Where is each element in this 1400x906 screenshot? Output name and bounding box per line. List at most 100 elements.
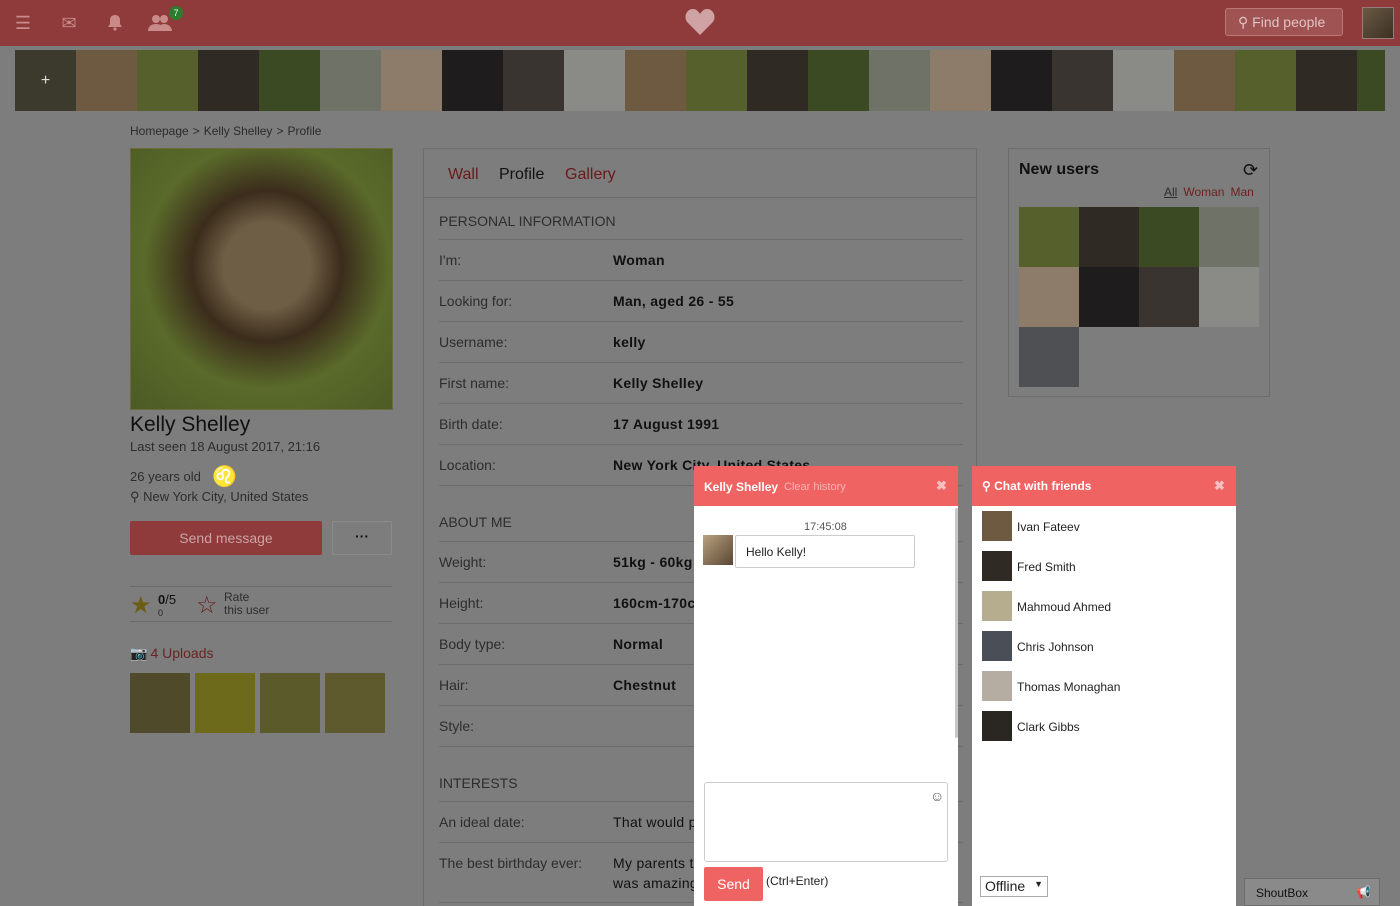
strip-photo[interactable]: [198, 50, 259, 111]
strip-photo[interactable]: [564, 50, 625, 111]
tab-gallery[interactable]: Gallery: [565, 166, 616, 184]
shoutbox-toggle[interactable]: ShoutBox 📢: [1244, 878, 1380, 906]
friends-icon[interactable]: [148, 13, 172, 33]
strip-photo[interactable]: [137, 50, 198, 111]
user-thumb[interactable]: [1019, 207, 1079, 267]
search-icon[interactable]: ⚲: [982, 479, 994, 493]
strip-photo[interactable]: [1052, 50, 1113, 111]
chat-partner-name[interactable]: Kelly Shelley: [704, 480, 778, 494]
user-thumb[interactable]: [1139, 207, 1199, 267]
message-time: 17:45:08: [804, 521, 847, 533]
refresh-icon[interactable]: ⟳: [1243, 160, 1258, 181]
emoji-icon[interactable]: ☺: [930, 788, 944, 804]
breadcrumb-user-link[interactable]: Kelly Shelley: [204, 124, 273, 138]
clear-history-link[interactable]: Clear history: [784, 481, 846, 493]
upload-thumb[interactable]: [260, 673, 320, 733]
chat-friends-panel: ⚲ Chat with friends ✖ Ivan Fateev Fred S…: [972, 466, 1236, 906]
uploads-link[interactable]: 📷 4 Uploads: [130, 645, 213, 662]
tab-profile[interactable]: Profile: [499, 166, 544, 184]
filter-man[interactable]: Man: [1230, 185, 1253, 199]
breadcrumb-home-link[interactable]: Homepage: [130, 124, 189, 138]
strip-photo[interactable]: [1235, 50, 1296, 111]
online-status-select[interactable]: Offline ▼: [980, 876, 1048, 897]
user-thumb[interactable]: [1139, 267, 1199, 327]
tab-wall[interactable]: Wall: [448, 166, 479, 184]
upload-thumb[interactable]: [325, 673, 385, 733]
strip-photo[interactable]: [930, 50, 991, 111]
strip-photo[interactable]: [625, 50, 686, 111]
location-text: ⚲ New York City, United States: [130, 489, 309, 504]
strip-photo[interactable]: [808, 50, 869, 111]
bell-icon[interactable]: [104, 13, 126, 33]
strip-photo[interactable]: [1174, 50, 1235, 111]
strip-photo[interactable]: [259, 50, 320, 111]
strip-photo[interactable]: [747, 50, 808, 111]
message-bubble: Hello Kelly!: [735, 535, 915, 568]
rating-block: ★ 0/5 0 ☆ Rate this user: [130, 590, 270, 620]
friend-item[interactable]: Chris Johnson: [982, 631, 1222, 661]
close-icon[interactable]: ✖: [1214, 478, 1225, 494]
close-icon[interactable]: ✖: [936, 478, 947, 494]
upload-thumb[interactable]: [130, 673, 190, 733]
user-thumb[interactable]: [1019, 327, 1079, 387]
send-message-button[interactable]: Send message: [130, 521, 322, 555]
age-text: 26 years old: [130, 469, 201, 484]
user-thumb[interactable]: [1079, 207, 1139, 267]
user-thumb[interactable]: [1019, 267, 1079, 327]
friend-item[interactable]: Fred Smith: [982, 551, 1222, 581]
featured-users-strip: +: [15, 50, 1385, 111]
send-shortcut-hint: (Ctrl+Enter): [766, 874, 829, 888]
friend-item[interactable]: Mahmoud Ahmed: [982, 591, 1222, 621]
strip-photo[interactable]: [442, 50, 503, 111]
new-users-title: New users: [1019, 161, 1100, 178]
megaphone-icon: 📢: [1356, 885, 1371, 899]
filter-all[interactable]: All: [1164, 185, 1177, 199]
strip-photo[interactable]: [1296, 50, 1357, 111]
divider: [424, 197, 976, 198]
friend-item[interactable]: Thomas Monaghan: [982, 671, 1222, 701]
user-thumb[interactable]: [1079, 267, 1139, 327]
chat-send-button[interactable]: Send: [704, 867, 763, 901]
profile-photo[interactable]: [130, 148, 393, 410]
rate-user-link[interactable]: Rate this user: [224, 591, 269, 617]
uploads-thumbnails: [130, 673, 385, 733]
avatar: [982, 671, 1012, 701]
breadcrumb: Homepage > Kelly Shelley > Profile: [130, 124, 322, 138]
top-navbar: ☰ ✉ 7 ⚲ Find people: [0, 0, 1400, 46]
heart-logo-icon[interactable]: [684, 6, 716, 38]
upload-thumb[interactable]: [195, 673, 255, 733]
strip-photo[interactable]: [320, 50, 381, 111]
more-options-button[interactable]: ···: [332, 521, 392, 555]
star-outline-icon[interactable]: ☆: [196, 591, 218, 620]
filter-woman[interactable]: Woman: [1183, 185, 1224, 199]
info-row: Username: kelly: [439, 322, 963, 363]
my-avatar[interactable]: [1362, 7, 1394, 39]
breadcrumb-current: Profile: [287, 124, 322, 138]
new-users-grid: [1019, 207, 1259, 387]
strip-photo[interactable]: [381, 50, 442, 111]
friend-item[interactable]: Clark Gibbs: [982, 711, 1222, 741]
strip-photo[interactable]: [991, 50, 1052, 111]
menu-icon[interactable]: ☰: [12, 13, 34, 33]
strip-photo[interactable]: [76, 50, 137, 111]
strip-photo[interactable]: [503, 50, 564, 111]
find-people-button[interactable]: ⚲ Find people: [1225, 8, 1343, 36]
avatar[interactable]: [703, 535, 733, 565]
mail-icon[interactable]: ✉: [58, 13, 80, 33]
chat-message-input[interactable]: ☺: [704, 782, 948, 862]
new-users-widget: New users ⟳ All Woman Man: [1008, 148, 1270, 397]
avatar: [982, 511, 1012, 541]
strip-photo[interactable]: [1113, 50, 1174, 111]
info-row: First name: Kelly Shelley: [439, 363, 963, 404]
user-thumb[interactable]: [1199, 207, 1259, 267]
friend-item[interactable]: Ivan Fateev: [982, 511, 1222, 541]
personal-info-title: PERSONAL INFORMATION: [439, 213, 616, 229]
chat-scrollbar[interactable]: [955, 508, 958, 738]
strip-photo[interactable]: [686, 50, 747, 111]
user-thumb[interactable]: [1199, 267, 1259, 327]
add-to-strip-button[interactable]: +: [15, 50, 76, 111]
map-pin-icon: ⚲: [130, 489, 144, 504]
strip-photo[interactable]: [869, 50, 930, 111]
star-filled-icon: ★: [130, 592, 152, 619]
strip-photo[interactable]: [1357, 50, 1385, 111]
